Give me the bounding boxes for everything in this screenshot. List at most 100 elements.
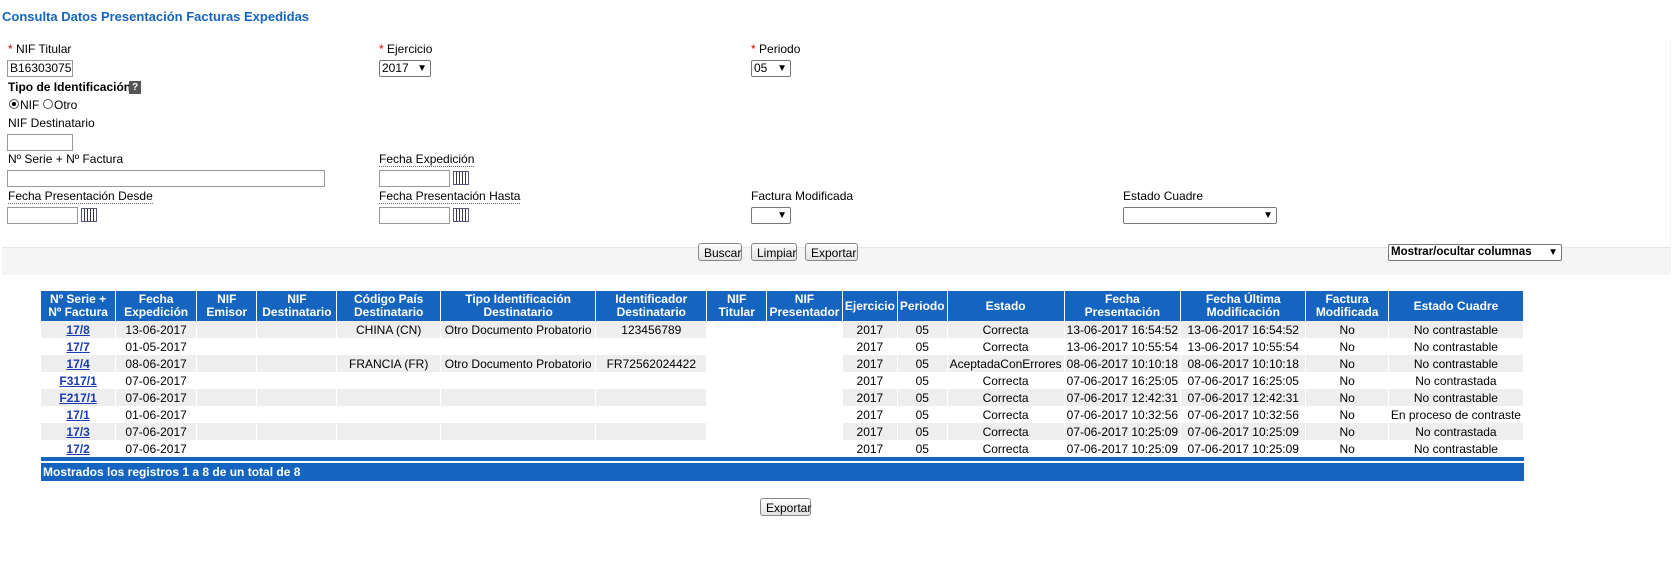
col-tipo-identificacion[interactable]: Tipo Identificación Destinatario	[440, 291, 597, 321]
col-estado-cuadre[interactable]: Estado Cuadre	[1388, 291, 1525, 321]
table-cell: Correcta	[947, 338, 1065, 355]
table-cell	[256, 440, 338, 457]
estado-cuadre-select[interactable]: ▼	[1123, 207, 1277, 224]
table-cell: 07-06-2017 10:32:56	[1180, 406, 1307, 423]
table-cell	[595, 423, 708, 440]
radio-nif[interactable]	[9, 99, 19, 109]
table-cell: 07-06-2017	[115, 389, 198, 406]
table-cell: 05	[897, 423, 948, 440]
table-cell	[336, 440, 441, 457]
table-cell: 17/1	[41, 406, 117, 423]
table-row[interactable]: 17/1 01-06-2017 2017 05 Correcta 07-06-2017 1…	[41, 406, 1525, 423]
table-cell: 07-06-2017 16:25:05	[1064, 372, 1182, 389]
col-nif-presentador[interactable]: NIF Presentador	[766, 291, 843, 321]
table-row[interactable]: 17/3 07-06-2017 2017 05 Correcta 07-06-2017 1…	[41, 423, 1525, 440]
col-nif-destinatario[interactable]: NIF Destinatario	[256, 291, 338, 321]
table-cell	[256, 389, 338, 406]
table-cell: 2017	[842, 372, 898, 389]
invoice-link[interactable]: 17/3	[66, 425, 89, 439]
col-estado[interactable]: Estado	[947, 291, 1065, 321]
table-cell: 07-06-2017 10:25:09	[1064, 423, 1182, 440]
fecha-desde-input[interactable]	[7, 207, 78, 224]
table-cell	[595, 406, 708, 423]
table-row[interactable]: 17/2 07-06-2017 2017 05 Correcta 07-06-2017 1…	[41, 440, 1525, 457]
invoice-link[interactable]: 17/7	[66, 340, 89, 354]
table-cell: 07-06-2017 10:25:09	[1180, 423, 1307, 440]
chevron-down-icon: ▼	[1548, 247, 1558, 258]
table-cell: 07-06-2017	[115, 440, 198, 457]
table-cell: Correcta	[947, 406, 1065, 423]
table-cell: No	[1305, 372, 1389, 389]
nif-destinatario-input[interactable]	[7, 134, 73, 151]
table-cell	[256, 321, 338, 338]
invoice-link[interactable]: F317/1	[59, 374, 96, 388]
col-periodo[interactable]: Periodo	[897, 291, 948, 321]
ejercicio-select[interactable]: 2017 ▼	[379, 60, 431, 77]
serie-factura-input[interactable]	[7, 170, 325, 187]
calendar-icon[interactable]	[81, 208, 97, 222]
periodo-select[interactable]: 05 ▼	[751, 60, 791, 77]
factura-modificada-select[interactable]: ▼	[751, 207, 791, 224]
col-fecha-expedicion[interactable]: Fecha Expedición	[115, 291, 198, 321]
table-row[interactable]: F317/1 07-06-2017 2017 05 Correcta 07-06-2017…	[41, 372, 1525, 389]
table-footer-bar	[41, 457, 1524, 461]
table-cell: Correcta	[947, 321, 1065, 338]
col-identificador[interactable]: Identificador Destinatario	[595, 291, 708, 321]
table-cell: No contrastable	[1388, 355, 1525, 372]
radio-otro[interactable]	[43, 99, 53, 109]
table-cell: 07-06-2017	[115, 372, 198, 389]
limpiar-button[interactable]: Limpiar	[751, 243, 797, 261]
col-fecha-presentacion[interactable]: Fecha Presentación	[1064, 291, 1182, 321]
invoice-link[interactable]: 17/4	[66, 357, 89, 371]
columns-select[interactable]: Mostrar/ocultar columnas ▼	[1388, 244, 1562, 261]
estado-cuadre-label: Estado Cuadre	[1123, 189, 1204, 203]
table-cell	[595, 440, 708, 457]
table-cell: 13-06-2017 16:54:52	[1180, 321, 1307, 338]
exportar-bottom-button[interactable]: Exportar	[760, 498, 811, 516]
table-row[interactable]: F217/1 07-06-2017 2017 05 Correcta 07-06-2017…	[41, 389, 1525, 406]
col-ejercicio[interactable]: Ejercicio	[842, 291, 898, 321]
invoice-link[interactable]: 17/2	[66, 442, 89, 456]
table-cell: No	[1305, 406, 1389, 423]
table-row[interactable]: 17/7 01-05-2017 2017 05 Correcta 13-06-2017 1…	[41, 338, 1525, 355]
calendar-icon[interactable]	[453, 171, 469, 185]
table-row[interactable]: 17/4 08-06-2017 FRANCIA (FR) Otro Documento…	[41, 355, 1525, 372]
col-serie-factura[interactable]: Nº Serie + Nº Factura	[41, 291, 117, 321]
invoice-link[interactable]: F217/1	[59, 391, 96, 405]
nif-titular-input[interactable]: B16303075	[7, 60, 73, 77]
buscar-button[interactable]: Buscar	[698, 243, 742, 261]
table-cell	[336, 372, 441, 389]
col-codigo-pais[interactable]: Código País Destinatario	[336, 291, 441, 321]
table-cell: No contrastable	[1388, 338, 1525, 355]
table-cell	[196, 321, 258, 338]
table-cell: 01-05-2017	[115, 338, 198, 355]
table-cell: 05	[897, 321, 948, 338]
table-cell	[440, 406, 597, 423]
invoice-link[interactable]: 17/8	[66, 323, 89, 337]
table-cell: 05	[897, 406, 948, 423]
table-cell: No	[1305, 321, 1389, 338]
col-nif-titular[interactable]: NIF Titular	[706, 291, 768, 321]
table-cell: 2017	[842, 321, 898, 338]
table-cell	[196, 406, 258, 423]
table-cell: 07-06-2017 10:25:09	[1064, 440, 1182, 457]
fecha-expedicion-input[interactable]	[379, 170, 450, 187]
search-form: * NIF Titular B16303075 * Ejercicio 2017…	[2, 38, 1671, 275]
table-cell: Correcta	[947, 389, 1065, 406]
exportar-button[interactable]: Exportar	[805, 243, 858, 261]
table-cell	[336, 423, 441, 440]
table-cell	[766, 338, 843, 355]
table-cell: 05	[897, 355, 948, 372]
col-nif-emisor[interactable]: NIF Emisor	[196, 291, 258, 321]
fecha-hasta-input[interactable]	[379, 207, 450, 224]
calendar-icon[interactable]	[453, 208, 469, 222]
table-cell	[256, 406, 338, 423]
col-factura-modificada[interactable]: Factura Modificada	[1305, 291, 1389, 321]
table-footer: Mostrados los registros 1 a 8 de un tota…	[41, 463, 1524, 481]
table-cell	[440, 372, 597, 389]
invoice-link[interactable]: 17/1	[66, 408, 89, 422]
help-icon[interactable]: ?	[129, 81, 141, 94]
table-cell: 07-06-2017 16:25:05	[1180, 372, 1307, 389]
table-row[interactable]: 17/8 13-06-2017 CHINA (CN) Otro Documento P…	[41, 321, 1525, 338]
col-fecha-modificacion[interactable]: Fecha Última Modificación	[1180, 291, 1307, 321]
